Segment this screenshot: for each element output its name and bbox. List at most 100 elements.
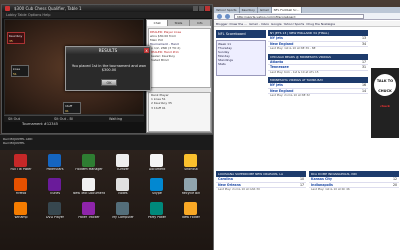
ok-button[interactable]: OK [101,79,117,86]
results-dialog: RESULTS x You placed 1st in the tourname… [65,46,151,91]
browser-nav-bar: http://sports.yahoo.com/nfl/scoreboard [214,13,400,20]
standings-row: 3 1tuff 91 [151,105,166,110]
shortcut-label: ICMizer [117,168,129,171]
log-line: Posted Blind [150,58,169,62]
desktop-shortcut[interactable]: Notes [106,177,140,201]
seat-stack: 51 [13,72,17,76]
bookmark-item[interactable]: Chug the Nostalgia [306,21,335,26]
shortcut-label: Recycle Bin [181,192,201,195]
shortcut-icon [184,178,197,191]
poker-client-window: $300 Cub Chess Qualifier, Table 1 Lobby … [1,4,213,134]
close-icon[interactable] [205,6,210,11]
desktop-shortcut[interactable]: ICMizer [106,153,140,177]
desktop-shortcut[interactable]: Document [140,153,174,177]
poker-menu-bar[interactable]: Lobby Table Options Help [2,12,212,18]
tab-chat[interactable]: Chat [147,20,169,26]
desktop-shortcut[interactable]: New Folder [174,201,208,225]
desktop-shortcut[interactable]: Shortcut [174,153,208,177]
lower-games: LOUISIANA SUPERDOME NEW ORLEANS, LA Caro… [216,171,399,198]
game-box: NY JETS 13 | NEW ENGLAND 34 (FINAL) NY J… [268,30,368,51]
seat-2[interactable]: kcee 51 [11,65,29,77]
bookmark-item[interactable]: Google [271,21,282,26]
tab-stats[interactable]: Stats [168,20,190,26]
seat-name: Kauriboy [9,34,23,38]
games-column: NY JETS 13 | NEW ENGLAND 34 (FINAL) NY J… [268,30,368,101]
team-name[interactable]: Tennessee [270,65,289,70]
desktop-shortcut[interactable]: DVD Player [38,201,72,225]
team-name[interactable]: New Orleans [218,183,241,188]
last-play: Last Play: 2nd & 10 at CAR 30 [218,188,260,191]
team-name[interactable]: New England [270,89,293,94]
browser-window: Yahoo! Sports Kauriboy Gmail NFL Footbal… [213,7,400,250]
team-score: 31 [361,65,366,70]
desktop-shortcut[interactable]: Poker Tracker [72,201,106,225]
seat-name: kcee [13,67,21,71]
shortcut-label: Firefox [15,192,27,195]
dialog-close-icon[interactable]: x [144,48,149,53]
desktop-shortcut[interactable]: My Computer [106,201,140,225]
desktop-shortcut[interactable]: Winamp [4,201,38,225]
last-play: Last Play: 2nd & 10 at NE 32 [270,94,310,98]
seat-1[interactable]: Kauriboy 35 [7,32,25,44]
poker-title-bar[interactable]: $300 Cub Chess Qualifier, Table 1 [2,5,212,12]
last-play: Last Play: Kick - 1st & 10 at ATL 15 [270,70,319,74]
shortcut-icon [116,178,129,191]
team-score: 16 [361,83,366,88]
team-score: 12 [392,177,397,181]
minimize-icon[interactable] [193,6,198,11]
team-name[interactable]: Atlanta [270,60,283,65]
team-score: 13 [361,36,366,40]
team-name[interactable]: Carolina [218,177,233,182]
game-box: CHICAGO BEARS @ MINNESOTA VIKINGS Atlant… [268,53,368,75]
advertisement[interactable]: TALK TO CHUCK chuck [371,68,399,138]
shortcut-label: Party Poker [148,216,166,219]
shortcut-label: Winamp [14,216,28,219]
desktop-shortcut[interactable]: Firefox [4,177,38,201]
bookmark-item[interactable]: Yahoo! Sports [284,21,305,26]
shortcut-icon [150,154,163,167]
bookmark-item[interactable]: Blogger: Draw the ... [216,21,247,26]
shortcut-icon [150,202,163,215]
sit-out-blinds-checkbox[interactable]: Sit Out - Bl [54,117,73,121]
left-nav-link[interactable]: Stats [218,62,264,66]
dealer-chat-log[interactable]: DEALER: Player kcee wins $30.00 from Mai… [148,28,211,88]
desktop-shortcut[interactable]: Holdem Manager [72,153,106,177]
address-bar[interactable]: http://sports.yahoo.com/nfl/scoreboard [234,14,364,19]
desktop-shortcut[interactable]: Full Tilt Poker [4,153,38,177]
shortcut-icon [48,202,61,215]
team-name[interactable]: New England [270,42,293,47]
team-name[interactable]: NY Jets [270,36,283,41]
desktop-shortcut[interactable]: Recycle Bin [174,177,208,201]
desktop-shortcut[interactable]: iTunes [38,177,72,201]
poker-side-panel: Chat Stats Info DEALER: Player kcee wins… [146,19,212,133]
sit-out-checkbox[interactable]: Sit Out [8,117,20,121]
shortcut-icon [48,178,61,191]
desktop-shortcut[interactable]: New Text Document [72,177,106,201]
shortcut-label: Full Tilt Poker [10,168,32,171]
team-score: 10 [299,177,304,181]
seat-3[interactable]: 1tuff 91 [63,102,81,114]
back-icon[interactable] [217,14,222,19]
seat-name: 1tuff [65,104,73,108]
shortcut-label: Document [148,168,166,171]
desktop-shortcut[interactable]: Skype [140,177,174,201]
forward-icon[interactable] [225,14,230,19]
team-score: 14 [361,88,366,93]
desktop-shortcut[interactable]: Party Poker [140,201,174,225]
ad-logo: TALK TO CHUCK [374,74,396,96]
scoreboard-page: NFL Scoreboard Week 11 Thursday Sunday M… [214,28,400,250]
shortcut-icon [116,154,129,167]
maximize-icon[interactable] [199,6,204,11]
shortcut-label: New Folder [182,216,200,219]
waiting-status: Waiting [109,117,123,121]
team-name[interactable]: Indianapolis [311,183,333,188]
bookmark-item[interactable]: Gmail - Inbox [249,21,269,26]
team-name[interactable]: Kansas City [311,177,332,182]
game-box: RCA DOME INDIANAPOLIS, IND Kansas City 12… [309,171,399,192]
tab-info[interactable]: Info [190,20,211,26]
ad-text-2: CHUCK [378,88,392,93]
shortcut-icon [82,154,95,167]
team-name[interactable]: NY Jets [270,83,283,88]
tournament-label: Tournament #12345 [22,122,58,126]
desktop-shortcut[interactable]: PokerStars [38,153,72,177]
